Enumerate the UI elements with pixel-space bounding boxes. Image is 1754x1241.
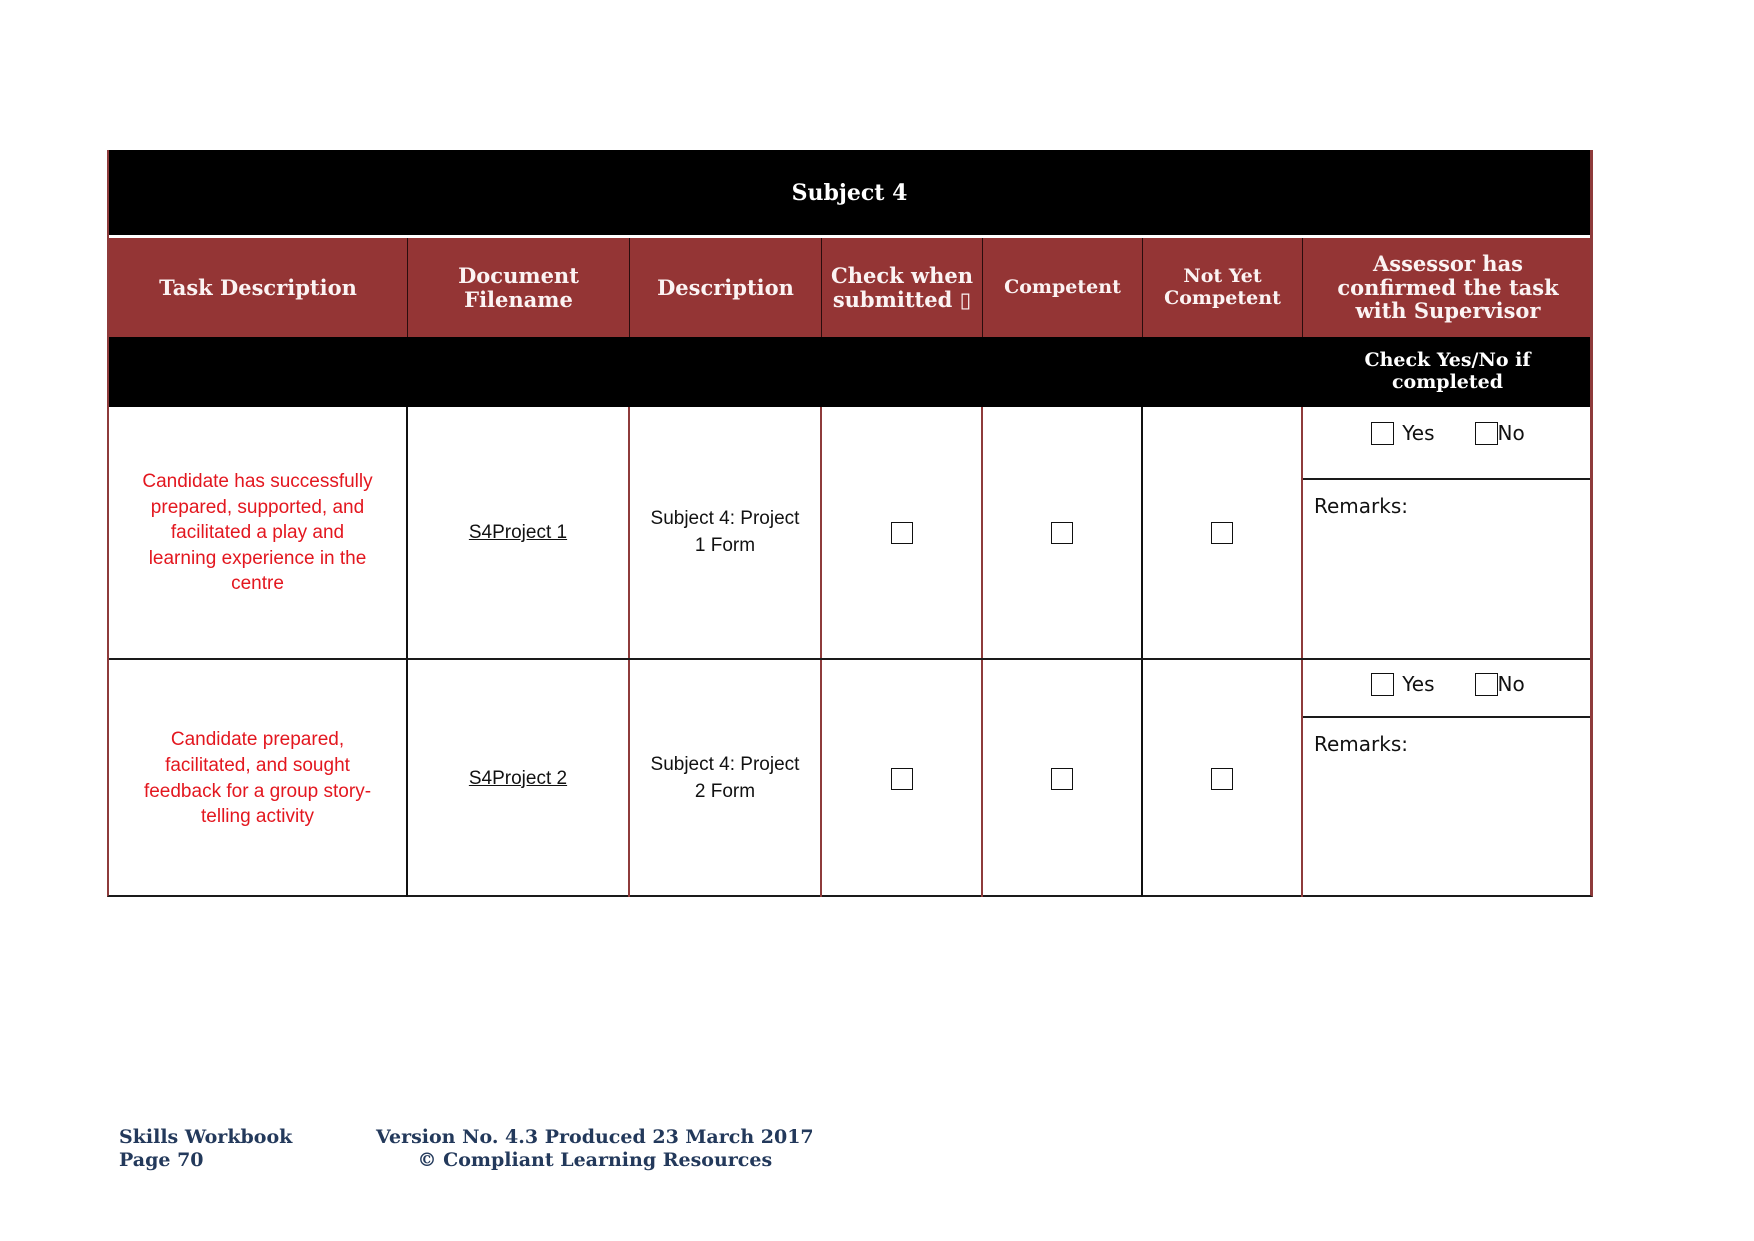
competent-checkbox[interactable] <box>1051 522 1073 544</box>
remarks-field[interactable]: Remarks: <box>1303 480 1593 658</box>
subheader-check-yes-no-label: Check Yes/No if completed <box>1364 349 1531 393</box>
document-filename-cell: S4Project 1 <box>408 407 628 659</box>
description-text: Subject 4: Project 2 Form <box>650 753 800 802</box>
document-filename-cell: S4Project 2 <box>408 660 628 897</box>
header-assessor-confirmed-label: Assessor has confirmed the task with Sup… <box>1337 251 1559 324</box>
not-yet-competent-cell <box>1143 660 1301 897</box>
footer-copyright: © Compliant Learning Resources <box>417 1148 773 1171</box>
description-cell: Subject 4: Project 2 Form <box>630 660 820 897</box>
yes-option[interactable]: Yes <box>1371 672 1435 696</box>
header-check-when-submitted: Check when submitted ▯ <box>821 238 982 337</box>
submitted-checkbox[interactable] <box>890 522 913 544</box>
yes-checkbox[interactable] <box>1371 672 1395 696</box>
competent-cell <box>983 407 1141 659</box>
no-label: No <box>1497 421 1525 445</box>
not-yet-competent-checkbox[interactable] <box>1211 767 1233 790</box>
yes-no-group: Yes No <box>1303 660 1593 716</box>
table-title-bar: Subject 4 <box>109 150 1590 237</box>
footer-version: Version No. 4.3 Produced 23 March 2017 <box>376 1126 814 1148</box>
subheader-check-yes-no: Check Yes/No if completed <box>1302 337 1593 407</box>
subheader-row: Check Yes/No if completed <box>109 337 1590 407</box>
document-filename-link[interactable]: S4Project 2 <box>469 768 567 790</box>
header-competent: Competent <box>982 238 1142 337</box>
no-checkbox[interactable] <box>1474 421 1498 445</box>
not-yet-competent-cell <box>1143 407 1301 659</box>
remarks-label: Remarks: <box>1314 732 1409 756</box>
submitted-cell <box>822 660 981 897</box>
description-cell: Subject 4: Project 1 Form <box>630 407 820 659</box>
header-assessor-confirmed: Assessor has confirmed the task with Sup… <box>1302 238 1593 337</box>
task-description-text: Candidate has successfully prepared, sup… <box>142 470 373 595</box>
task-description-cell: Candidate prepared, facilitated, and sou… <box>109 660 406 897</box>
header-document-filename-label: Document Filename <box>458 262 579 312</box>
competent-checkbox[interactable] <box>1051 767 1073 790</box>
table-title: Subject 4 <box>791 179 908 206</box>
assessment-table: Subject 4 Task Description Document File… <box>107 150 1593 897</box>
footer-right: Version No. 4.3 Produced 23 March 2017 ©… <box>376 1126 814 1172</box>
yes-no-group: Yes No <box>1303 407 1593 478</box>
footer-page-number: Page 70 <box>119 1148 204 1171</box>
document-page: Subject 4 Task Description Document File… <box>0 0 1754 1241</box>
task-description-cell: Candidate has successfully prepared, sup… <box>109 407 406 659</box>
no-option[interactable]: No <box>1474 421 1525 445</box>
no-label: No <box>1497 672 1525 696</box>
task-description-text: Candidate prepared, facilitated, and sou… <box>143 729 372 828</box>
yes-label: Yes <box>1402 672 1435 696</box>
remarks-field[interactable]: Remarks: <box>1303 718 1593 897</box>
no-checkbox[interactable] <box>1474 672 1498 696</box>
header-not-yet-competent-label: Not Yet Competent <box>1164 265 1281 309</box>
footer-left: Skills Workbook Page 70 <box>119 1126 292 1172</box>
competent-cell <box>983 660 1141 897</box>
no-option[interactable]: No <box>1474 672 1525 696</box>
document-filename-link[interactable]: S4Project 1 <box>469 522 567 544</box>
yes-checkbox[interactable] <box>1371 421 1395 445</box>
not-yet-competent-checkbox[interactable] <box>1211 522 1233 544</box>
yes-label: Yes <box>1402 421 1435 445</box>
yes-option[interactable]: Yes <box>1371 421 1435 445</box>
header-row: Task Description Document Filename Descr… <box>109 238 1590 337</box>
header-not-yet-competent: Not Yet Competent <box>1142 238 1302 337</box>
remarks-label: Remarks: <box>1314 494 1409 518</box>
header-document-filename: Document Filename <box>407 238 629 337</box>
header-task-description: Task Description <box>159 274 357 300</box>
description-text: Subject 4: Project 1 Form <box>650 508 800 556</box>
submitted-cell <box>822 407 981 659</box>
submitted-checkbox[interactable] <box>890 767 913 790</box>
header-description: Description <box>629 238 821 337</box>
footer-workbook-title: Skills Workbook <box>119 1126 293 1148</box>
header-check-when-submitted-label: Check when submitted ▯ <box>831 262 973 312</box>
